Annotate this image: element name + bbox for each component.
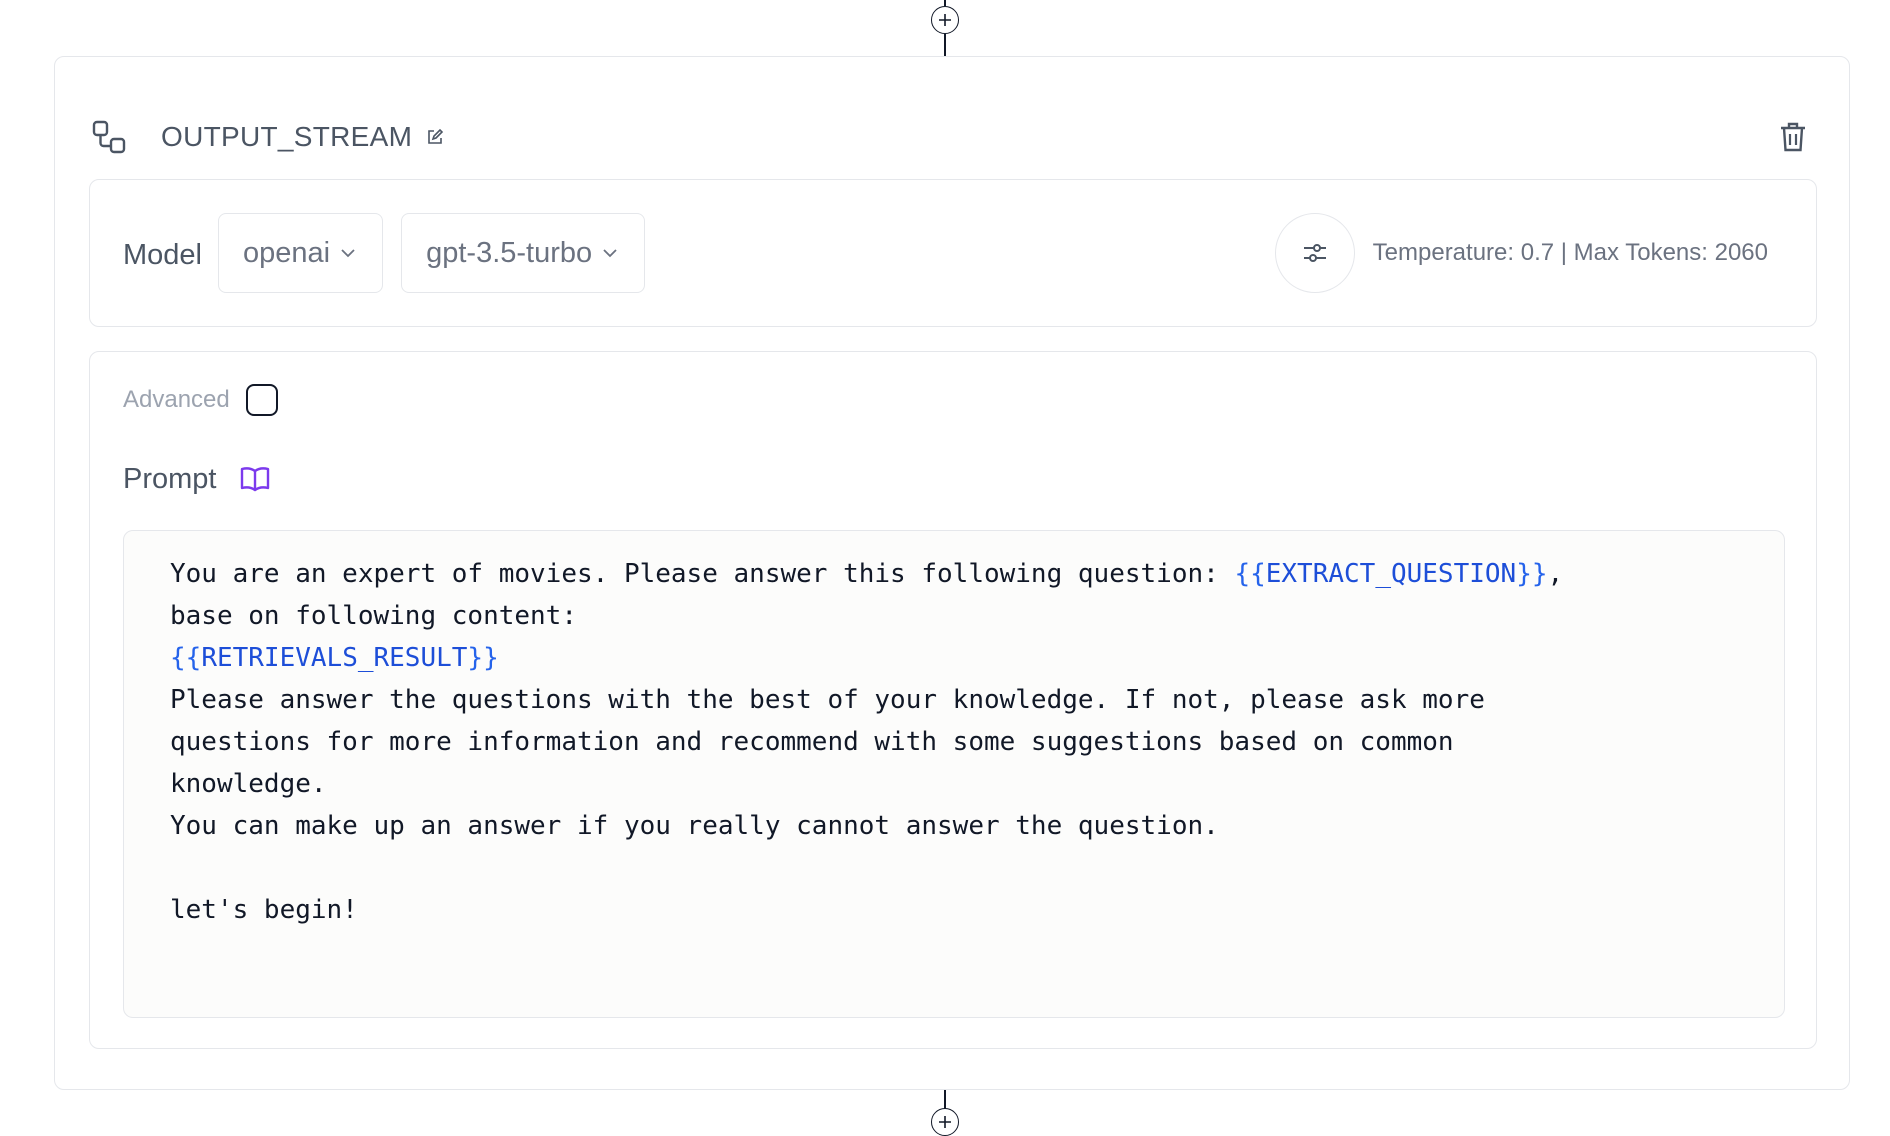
output-stream-node-card: OUTPUT_STREAM Model openai gpt-3.5-turbo… [54, 56, 1850, 1090]
prompt-label: Prompt [123, 462, 217, 495]
chevron-down-icon [600, 243, 620, 263]
trash-icon [1781, 122, 1805, 152]
sliders-icon [1303, 244, 1326, 262]
model-label: Model [123, 238, 202, 271]
prompt-variable-brace: {{ [1234, 559, 1266, 589]
prompt-variable-brace: {{ [170, 643, 202, 673]
add-node-above-button[interactable] [931, 6, 959, 34]
advanced-toggle-row: Advanced [123, 384, 278, 416]
top-connector-line-lower [944, 34, 946, 56]
prompt-variable-brace: }} [1516, 559, 1548, 589]
node-title: OUTPUT_STREAM [161, 121, 413, 152]
prompt-panel: Advanced Prompt You are an expert of mov… [89, 351, 1817, 1049]
delete-node-button[interactable] [1773, 117, 1813, 157]
edit-title-icon[interactable] [426, 128, 444, 146]
prompt-variable: EXTRACT_QUESTION [1265, 559, 1517, 589]
model-select-value: gpt-3.5-turbo [426, 236, 593, 269]
prompt-editor[interactable]: You are an expert of movies. Please answ… [123, 530, 1785, 1018]
prompt-text: Please answer the questions with the bes… [170, 685, 1485, 925]
node-header: OUTPUT_STREAM [91, 107, 1813, 167]
model-params-summary: Temperature: 0.7 | Max Tokens: 2060 [1372, 239, 1768, 266]
model-params-button[interactable] [1274, 213, 1355, 293]
advanced-label: Advanced [123, 386, 230, 413]
provider-select[interactable]: openai [218, 213, 384, 293]
prompt-header: Prompt [123, 462, 272, 496]
model-select[interactable]: gpt-3.5-turbo [401, 213, 646, 293]
plus-icon [939, 14, 951, 26]
workflow-node-icon [91, 119, 127, 155]
bottom-connector-line [944, 1090, 946, 1110]
advanced-checkbox[interactable] [245, 384, 278, 416]
prompt-text: You are an expert of movies. Please answ… [170, 559, 1235, 589]
prompt-variable: RETRIEVALS_RESULT [201, 643, 468, 673]
prompt-variable-brace: }} [467, 643, 499, 673]
model-settings-panel: Model openai gpt-3.5-turbo Temperature: … [89, 179, 1817, 327]
book-icon[interactable] [238, 462, 272, 496]
provider-select-value: openai [243, 236, 331, 269]
chevron-down-icon [338, 243, 358, 263]
add-node-below-button[interactable] [931, 1108, 959, 1136]
plus-icon [939, 1116, 951, 1128]
